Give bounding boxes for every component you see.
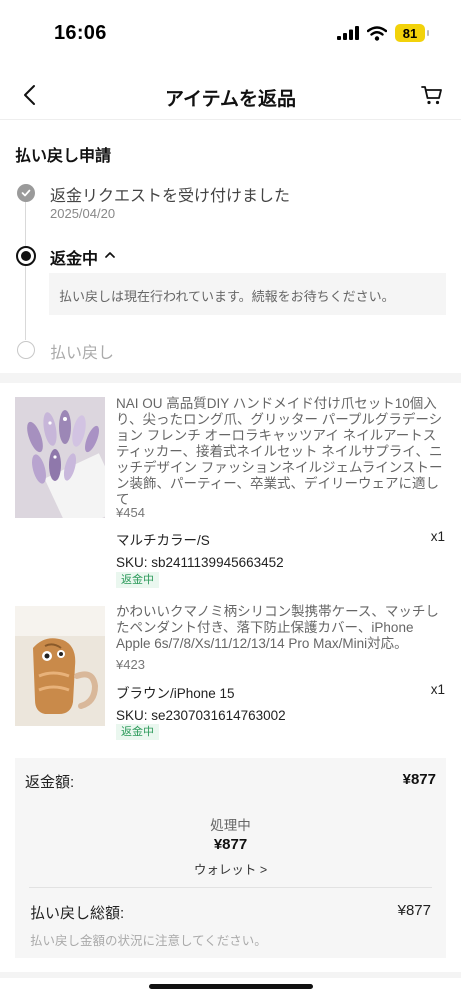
product-sku: SKU: se2307031614763002 xyxy=(116,708,286,723)
status-bar: 16:06 81 xyxy=(0,0,461,66)
summary-divider xyxy=(29,887,432,888)
processing-amount: ¥877 xyxy=(213,836,248,853)
chevron-up-icon[interactable] xyxy=(104,249,116,261)
total-refund-label: 払い戻し総額: xyxy=(30,905,125,922)
timeline-line xyxy=(25,200,26,340)
product-image-nails[interactable] xyxy=(15,397,105,518)
current-step-icon xyxy=(16,246,36,266)
product-quantity: x1 xyxy=(430,682,445,697)
product-price: ¥454 xyxy=(116,505,145,520)
step-received-label: 返金リクエストを受け付けました xyxy=(50,188,291,205)
step-received-date: 2025/04/20 xyxy=(50,206,116,221)
check-circle-icon xyxy=(17,184,35,202)
refund-summary: 返金額: ¥877 処理中 ¥877 ウォレット > 払い戻し総額: ¥877 … xyxy=(15,758,446,958)
bottom-divider xyxy=(0,972,461,978)
section-divider xyxy=(0,373,461,383)
refund-amount: ¥877 xyxy=(402,771,436,788)
product-sku: SKU: sb2411139945663452 xyxy=(116,555,284,570)
processing-label: 処理中 xyxy=(210,818,251,833)
product-title[interactable]: NAI OU 高品質DIY ハンドメイド付け爪セット10個入り、尖ったロング爪、… xyxy=(116,396,446,508)
home-indicator xyxy=(149,984,313,989)
product-price: ¥423 xyxy=(116,657,145,672)
status-time: 16:06 xyxy=(54,22,107,44)
step-refunding-note: 払い戻しは現在行われています。続報をお待ちください。 xyxy=(49,273,446,315)
product-image-phone-case[interactable] xyxy=(15,606,105,726)
refund-progress-title: 払い戻し申請 xyxy=(15,148,112,165)
total-refund-amount: ¥877 xyxy=(397,902,431,919)
wifi-icon xyxy=(367,25,387,41)
status-badge: 返金中 xyxy=(116,724,159,740)
signal-icon xyxy=(337,26,359,40)
product-quantity: x1 xyxy=(430,529,445,544)
product-variant: マルチカラー/S xyxy=(116,533,210,548)
step-refunding-label[interactable]: 返金中 xyxy=(50,245,98,269)
product-title[interactable]: かわいいクマノミ柄シリコン製携帯ケース、マッチしたペンダント付き、落下防止保護カ… xyxy=(116,604,446,652)
refund-amount-label: 返金額: xyxy=(25,774,75,791)
battery-icon: 81 xyxy=(395,24,429,42)
battery-level: 81 xyxy=(402,25,418,41)
product-variant: ブラウン/iPhone 15 xyxy=(116,686,235,701)
status-icons: 81 xyxy=(337,24,429,42)
page-title: アイテムを返品 xyxy=(164,89,297,110)
nav-bar: アイテムを返品 xyxy=(0,68,461,120)
wallet-link[interactable]: ウォレット > xyxy=(15,859,446,878)
step-refunded-label: 払い戻し xyxy=(50,345,115,362)
status-badge: 返金中 xyxy=(116,572,159,588)
cart-icon xyxy=(421,86,442,105)
cart-button[interactable] xyxy=(417,80,447,110)
refund-note: 払い戻し金額の状況に注意してください。 xyxy=(30,934,267,948)
pending-step-icon xyxy=(17,341,35,359)
